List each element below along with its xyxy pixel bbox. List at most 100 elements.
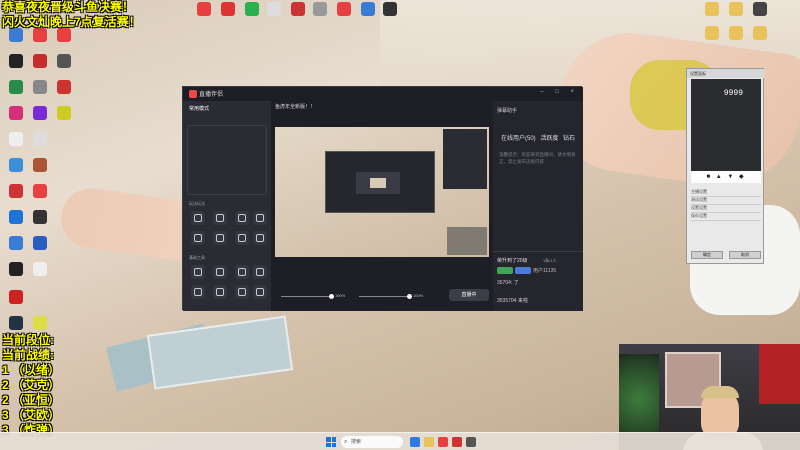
tool-button[interactable] (235, 285, 249, 299)
tool-button[interactable] (235, 211, 249, 225)
dialog-icon-row[interactable]: ■ ▲ ▼ ◆ (691, 171, 761, 183)
desktop-icon[interactable] (52, 106, 76, 120)
tool-button[interactable] (235, 265, 249, 279)
tool-icon (216, 288, 224, 296)
sidebar-header[interactable]: 常用模式 (189, 105, 209, 112)
desktop-icon[interactable] (748, 2, 772, 16)
tool-button[interactable] (213, 285, 227, 299)
desktop-icon[interactable] (28, 210, 52, 224)
dialog-cancel-button[interactable]: 取消 (729, 251, 761, 259)
room-title[interactable]: 鱼虎年全新版！！ (275, 103, 315, 110)
file-explorer-icon[interactable] (424, 437, 434, 447)
dialog-ok-button[interactable]: 确定 (691, 251, 723, 259)
tool-button[interactable] (213, 265, 227, 279)
announcement-line-2: 闪火文灿晚上7点复活赛！ (2, 15, 141, 29)
desktop-icon[interactable] (286, 2, 310, 16)
app-titlebar[interactable]: 直播伴侣 – □ × (183, 87, 583, 101)
tool-button[interactable] (253, 285, 267, 299)
desktop-icon[interactable] (28, 184, 52, 198)
stream-preview[interactable] (275, 127, 489, 257)
tool-button[interactable] (191, 265, 205, 279)
dialog-option[interactable]: 设置设置 (691, 205, 761, 213)
desktop-icon[interactable] (28, 316, 52, 330)
tab-diamond[interactable]: 钻石 (563, 136, 575, 142)
dialog-option[interactable]: 测试设置 (691, 197, 761, 205)
app-icon[interactable] (438, 437, 448, 447)
desktop-icon[interactable] (216, 2, 240, 16)
tab-activity[interactable]: 活跃度 (540, 136, 558, 142)
tool-button[interactable] (191, 231, 205, 245)
desktop-icon[interactable] (28, 158, 52, 172)
desktop-icon[interactable] (4, 158, 28, 172)
mic-volume-slider[interactable] (281, 296, 331, 297)
desktop-icon[interactable] (240, 2, 264, 16)
tool-button[interactable] (235, 231, 249, 245)
danmaku-tabs: 在线用户(50) 活跃度 钻石 (501, 133, 575, 142)
user-name[interactable]: 用户11135 (533, 267, 556, 274)
speaker-volume-knob[interactable] (407, 294, 412, 299)
desktop-icon[interactable] (28, 262, 52, 276)
desktop-icon[interactable] (28, 28, 52, 42)
app-icon[interactable] (452, 437, 462, 447)
tool-button[interactable] (213, 211, 227, 225)
desktop-icon[interactable] (4, 80, 28, 94)
webcam-tree (619, 354, 659, 444)
desktop-icon[interactable] (52, 28, 76, 42)
announcement-line-1: 恭喜夜夜晋级斗鱼决赛！ (2, 0, 135, 14)
tab-online-users[interactable]: 在线用户(50) (501, 136, 536, 142)
edge-icon[interactable] (410, 437, 420, 447)
tool-button[interactable] (253, 231, 267, 245)
desktop-icon[interactable] (4, 290, 28, 304)
desktop-icon[interactable] (4, 132, 28, 146)
tool-button[interactable] (253, 211, 267, 225)
desktop-icon[interactable] (4, 316, 28, 330)
desktop-icon[interactable] (4, 210, 28, 224)
live-button[interactable]: 直播中 (449, 289, 489, 301)
fan-badge (515, 267, 531, 274)
desktop-icon[interactable] (332, 2, 356, 16)
record-item: 2 （艾克） (2, 378, 61, 392)
dialog-title[interactable]: 设置面板 (687, 69, 765, 78)
windows-start-icon[interactable] (326, 437, 336, 447)
desktop-icon[interactable] (28, 236, 52, 250)
folder-icon[interactable] (724, 26, 748, 40)
speaker-volume-slider[interactable] (359, 296, 409, 297)
desktop-icon[interactable] (192, 2, 216, 16)
tool-button[interactable] (213, 231, 227, 245)
speaker-volume-value: 100% (413, 293, 424, 298)
desktop-icon[interactable] (28, 80, 52, 94)
desktop-icon[interactable] (52, 80, 76, 94)
desktop-icon[interactable] (378, 2, 402, 16)
desktop-icon[interactable] (4, 106, 28, 120)
folder-icon[interactable] (700, 2, 724, 16)
desktop-icon[interactable] (4, 236, 28, 250)
taskbar: 搜索 (0, 432, 800, 450)
folder-icon[interactable] (700, 26, 724, 40)
desktop-icon[interactable] (28, 54, 52, 68)
desktop-icon[interactable] (4, 262, 28, 276)
desktop-icon[interactable] (28, 106, 52, 120)
tool-button[interactable] (191, 285, 205, 299)
folder-icon[interactable] (724, 2, 748, 16)
tool-button[interactable] (191, 211, 205, 225)
desktop-icon[interactable] (4, 184, 28, 198)
dialog-option[interactable]: 主播设置 (691, 189, 761, 197)
app-icon[interactable] (466, 437, 476, 447)
mic-volume-knob[interactable] (329, 294, 334, 299)
wallpaper-card (146, 315, 294, 390)
folder-icon[interactable] (748, 26, 772, 40)
desktop-icon[interactable] (308, 2, 332, 16)
dialog-option[interactable]: 保存设置 (691, 213, 761, 221)
record-item: 1 （以绪） (2, 363, 61, 377)
desktop-icon[interactable] (28, 132, 52, 146)
taskbar-search[interactable]: 搜索 (341, 436, 403, 448)
tool-button[interactable] (253, 265, 267, 279)
desktop-icon[interactable] (52, 54, 76, 68)
desktop-icon[interactable] (4, 28, 28, 42)
window-controls[interactable]: – □ × (540, 89, 579, 95)
record-title: 当前战绩: (2, 348, 54, 362)
desktop-icon[interactable] (4, 54, 28, 68)
scene-panel[interactable] (187, 125, 267, 195)
desktop-icon[interactable] (356, 2, 380, 16)
desktop-icon[interactable] (262, 2, 286, 16)
